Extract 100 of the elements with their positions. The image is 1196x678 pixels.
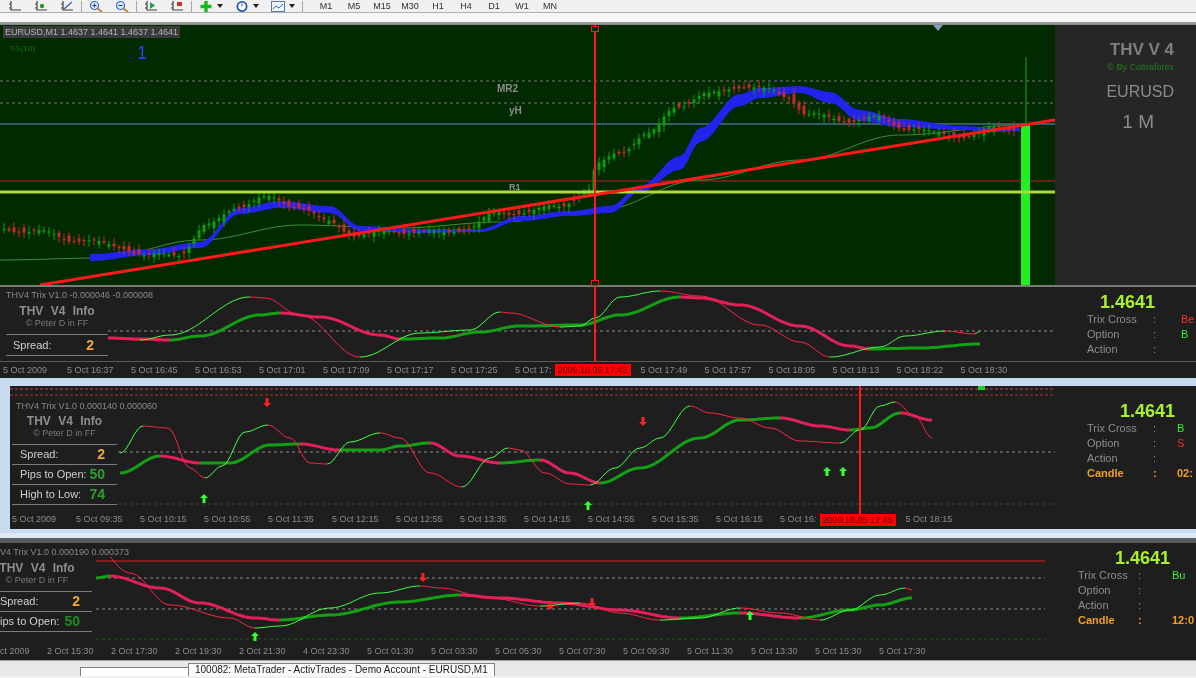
timeframe-button[interactable]: M15 <box>368 0 396 12</box>
time-label: 5 Oct 15:30 <box>815 646 862 656</box>
separator-text: : <box>1153 312 1157 327</box>
symbol-label: EURUSD <box>1106 83 1174 101</box>
indicator-title: V4 Trix V1.0 0.000190 0.000373 <box>0 543 132 557</box>
axes-marker-icon[interactable] <box>170 0 184 12</box>
separator-text: : <box>1138 568 1142 583</box>
time-label: 5 Oct 17:30 <box>879 646 926 656</box>
timeframe-button[interactable]: H1 <box>424 0 452 12</box>
axes-icon[interactable] <box>8 0 22 12</box>
time-label: 5 Oct 09:30 <box>623 646 670 656</box>
price-quote: 1.4641 <box>1114 548 1170 568</box>
separator-text: : <box>1138 613 1142 628</box>
signal-value: Bu <box>1172 568 1186 583</box>
time-label: 5 Oct 17:25 <box>451 364 498 375</box>
time-label: 5 Oct 16:53 <box>195 364 242 375</box>
time-label: 5 Oct 18:22 <box>896 364 944 375</box>
time-label: 5 Oct 03:30 <box>431 646 478 656</box>
signal-label: Trix Cross <box>1087 312 1137 327</box>
timeframe-button[interactable]: M30 <box>396 0 424 12</box>
down-arrow-icon <box>639 417 647 426</box>
time-label: 2 Oct 17:30 <box>111 646 158 656</box>
window-number: 1 <box>137 43 147 63</box>
down-arrow-icon <box>588 598 596 607</box>
candle-time: 02: <box>1177 466 1193 481</box>
separator-text: : <box>1153 327 1157 342</box>
window-tab[interactable]: 100082: MetaTrader - ActivTrades - Demo Account - EURUSD,M1 <box>188 663 495 676</box>
spike-line <box>1025 56 1027 126</box>
signal-label: Option <box>1087 436 1120 451</box>
separator-text: : <box>1153 451 1157 466</box>
time-label: 5 Oct 12:15 <box>332 514 379 524</box>
signal-value: B <box>1177 421 1185 436</box>
timeframe-label: 1 M <box>1122 111 1154 133</box>
triangle-icon[interactable] <box>933 25 943 31</box>
timeframe-button[interactable]: W1 <box>508 0 536 12</box>
info-label: Spread: <box>0 595 39 608</box>
caret-icon[interactable] <box>289 4 295 8</box>
candle-label: Candle <box>1078 613 1115 628</box>
handle-icon[interactable] <box>591 26 599 32</box>
info-credit: © Peter D in FF <box>25 318 89 329</box>
time-label: 5 Oct 16:15 <box>716 514 763 524</box>
brand-title: THV V 4 <box>1109 40 1174 60</box>
price-quote: 1.4641 <box>1099 292 1155 312</box>
level-label: R1 <box>509 183 521 191</box>
time-label: 5 Oct 2009 <box>12 514 57 524</box>
separator-text: : <box>1153 466 1157 481</box>
info-value: 50 <box>64 614 80 629</box>
info-title: THV V4 Info <box>0 561 75 575</box>
indicator-title: THV4 Trix V1.0 -0.000046 -0.000008 <box>6 289 154 301</box>
up-arrow-icon <box>584 501 592 510</box>
indicator-title: THV4 Trix V1.0 0.000140 0.000060 <box>16 400 158 410</box>
cursor-time-label: 2009.10.05 17:43 <box>554 364 631 376</box>
time-label: 5 Oct 14:55 <box>588 514 635 524</box>
timeframe-button[interactable]: D1 <box>480 0 508 12</box>
time-label: 5 Oct 18:05 <box>768 364 816 375</box>
time-label: 5 Oct 12:55 <box>396 514 443 524</box>
separator-text: : <box>1138 583 1142 598</box>
time-label: 5 Oct 16:37 <box>67 364 114 375</box>
cursor-time-label: 2009.10.05 17:45 <box>819 513 896 526</box>
time-label: 5 Oct 18:13 <box>832 364 880 375</box>
signal-label: Action <box>1087 342 1118 357</box>
time-label: 5 Oct 11:30 <box>687 646 733 656</box>
time-label: 5 Oct 2009 <box>3 364 48 375</box>
chart-window-icon[interactable] <box>271 0 285 12</box>
timeframe-button[interactable]: M1 <box>312 0 340 12</box>
signal-value: Be <box>1181 312 1195 327</box>
info-value: 2 <box>97 447 105 462</box>
level-label: yH <box>509 105 522 116</box>
info-title: THV V4 Info <box>19 304 95 318</box>
time-label: 2 Oct 15:30 <box>47 646 94 656</box>
timeframe-button[interactable]: M5 <box>340 0 368 12</box>
handle-icon[interactable] <box>591 280 599 286</box>
timeframe-button[interactable]: H4 <box>452 0 480 12</box>
time-label: 5 Oct 17: <box>515 364 552 376</box>
time-label: 5 Oct 10:55 <box>204 514 251 524</box>
time-label: 5 Oct 18:15 <box>905 514 953 524</box>
info-label: Spread: <box>13 338 52 352</box>
info-value: 2 <box>86 337 94 353</box>
info-label: ips to Open: <box>0 615 60 628</box>
info-credit: © Peter D in FF <box>33 428 96 439</box>
time-label: 5 Oct 17:57 <box>704 364 752 375</box>
time-label: 2 Oct 21:30 <box>239 646 286 656</box>
signal-value: S <box>1177 436 1185 451</box>
down-arrow-icon <box>546 601 554 610</box>
axes-dot-icon[interactable] <box>34 0 48 12</box>
axes-arrow-icon[interactable] <box>144 0 158 12</box>
caret-icon[interactable] <box>217 4 223 8</box>
timeframe-button[interactable]: MN <box>536 0 564 12</box>
time-label: 5 Oct 07:30 <box>559 646 606 656</box>
zoom-out-icon[interactable] <box>115 0 129 12</box>
time-label: 5 Oct 11:35 <box>268 514 314 524</box>
zoom-in-icon[interactable] <box>89 0 103 12</box>
signal-label: Option <box>1078 583 1111 598</box>
time-label: 5 Oct 13:35 <box>460 514 507 524</box>
time-label: 4 Oct 23:30 <box>303 646 350 656</box>
axes-line-icon[interactable] <box>60 0 74 12</box>
signal-label: Action <box>1087 451 1118 466</box>
time-label: 5 Oct 01:30 <box>367 646 414 656</box>
caret-icon[interactable] <box>253 4 259 8</box>
circle-icon[interactable] <box>235 0 249 12</box>
